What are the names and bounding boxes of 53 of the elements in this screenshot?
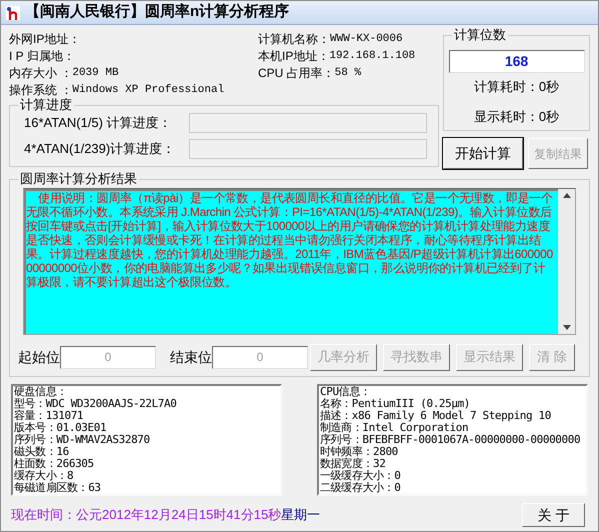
info-line: 每磁道扇区数：63 — [14, 482, 102, 494]
info-label: CPU 占用率： — [258, 65, 335, 82]
end-input[interactable]: 0 — [212, 346, 308, 368]
info-line: 描述：x86 Family 6 Model 7 Stepping 10 — [320, 410, 552, 422]
info-line: 数据宽度：32 — [320, 458, 386, 470]
info-line: 磁头数：16 — [14, 446, 70, 458]
info-label: 计算机名称： — [258, 31, 330, 48]
info-line: 型号：WDC WD3200AAJS-22L7A0 — [14, 398, 178, 410]
progress-label: 16*ATAN(1/5) 计算进度： — [24, 114, 173, 132]
digits-input[interactable]: 168 — [448, 50, 584, 73]
end-label: 结束位 — [170, 348, 212, 366]
app-icon — [5, 4, 21, 20]
info-value: Windows XP Professional — [72, 83, 224, 98]
info-label: 外网IP地址： — [9, 31, 80, 48]
display-time: 显示耗时：0秒 — [474, 108, 560, 126]
info-line: 容量：131071 — [14, 410, 84, 422]
info-line: 硬盘信息： — [14, 386, 68, 398]
current-time: 现在时间：公元2012年12月24日15时41分15秒 — [11, 506, 282, 524]
scroll-down-icon[interactable] — [562, 325, 570, 330]
instructions-text: 使用说明：圆周率（π读pài）是一个常数，是代表圆周长和直径的比值。它是一个无理数，即是一个无限不循环小数。本系统采用 J.Marchin 公式计算：PI=16*ATAN(1/5)-4*ATAN(1/239)。输入计算位数后按回车键或点击[开始计算]，输入计算位数大于100000以上的用户请确保您的计算机计算处理能力速度是否快速，否则会计算缓慢或卡死！在计算的过程当中请勿强行关闭本程序，耐心等待程序计算出结果。计算过程速度越快，您的计算机处理能力越强。2011年，IBM蓝色基因/P超级计算机计算出60000000000000位小数，你的电脑能算出多少呢？如果出现错误信息窗口，那么说明你的计算机已经到了计算极限，请不要计算超出这个极限位数。 — [26, 191, 554, 289]
start-input[interactable]: 0 — [60, 346, 156, 368]
calc-time: 计算耗时：0秒 — [474, 78, 560, 96]
info-line: 制造商：Intel Corporation — [320, 422, 470, 434]
info-value: 58 % — [334, 66, 362, 81]
info-value: 192.168.1.108 — [329, 49, 416, 64]
weekday: 星期一 — [281, 506, 320, 524]
info-line: CPU信息： — [320, 386, 372, 398]
info-value: 2039 MB — [72, 66, 119, 81]
result-text-area[interactable] — [24, 189, 558, 334]
about-button[interactable]: 关 于 — [522, 503, 585, 527]
scroll-up-icon[interactable] — [562, 193, 570, 198]
group-title: 计算位数 — [452, 27, 508, 43]
info-label: I P 归属地： — [9, 48, 75, 65]
info-line: 序列号：BFEBFBFF-0001067A-00000000-00000000 — [320, 434, 582, 446]
info-line: 序列号：WD-WMAV2AS32870 — [14, 434, 151, 446]
action-button[interactable]: 开始计算 — [443, 138, 523, 169]
window-title: 【闽南人民银行】圆周率n计算分析程序 — [25, 2, 290, 22]
info-line: 名称：PentiumIII (0.25μm) — [320, 398, 472, 410]
info-label: 内存大小 ： — [9, 65, 72, 82]
info-value: WWW-KX-0006 — [330, 32, 403, 47]
start-label: 起始位 — [18, 348, 60, 366]
info-label: 操作系统 ： — [9, 82, 72, 98]
info-line: 柱面数：266305 — [14, 458, 95, 470]
info-line: 时钟频率：2800 — [320, 446, 399, 458]
info-line: 版本号：01.03E01 — [14, 422, 108, 434]
progress-label: 4*ATAN(1/239)计算进度： — [24, 140, 176, 158]
group-title: 圆周率计算分析结果 — [18, 171, 139, 187]
info-line: 缓存大小：8 — [14, 470, 74, 482]
info-label: 本机IP地址： — [258, 48, 330, 65]
info-line: 二级缓存大小：0 — [320, 482, 402, 494]
scrollbar[interactable] — [558, 189, 575, 334]
info-line: 一级缓存大小：0 — [320, 470, 402, 482]
group-title: 计算进度 — [18, 97, 74, 113]
